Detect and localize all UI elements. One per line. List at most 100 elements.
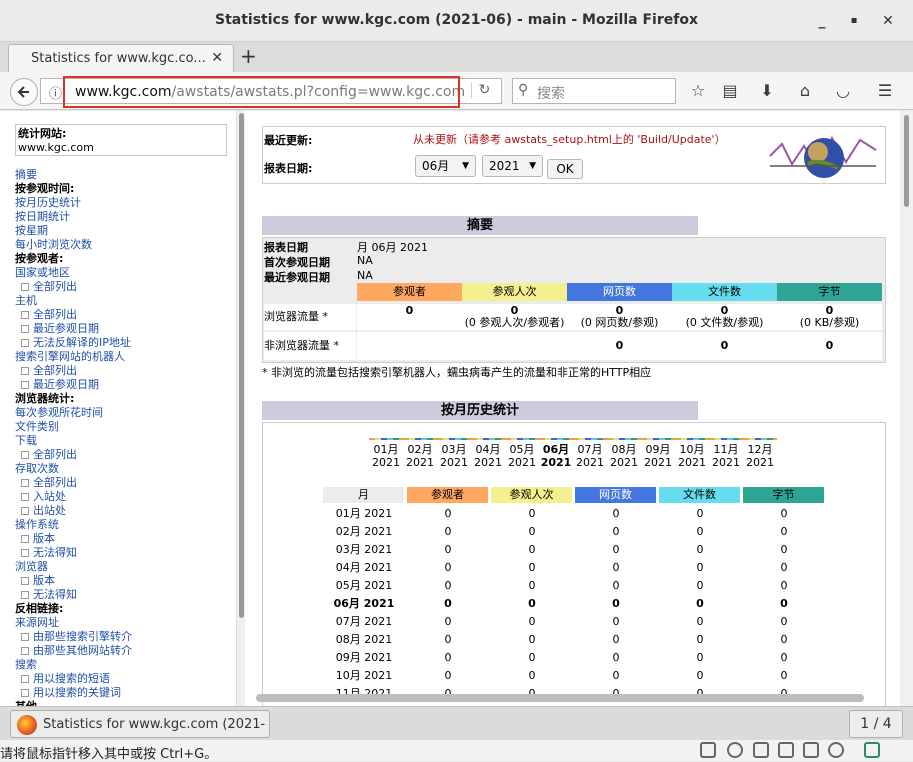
menu-icon[interactable]: ☰ bbox=[873, 80, 897, 102]
sidebar-link[interactable]: 用以搜索的关键词 bbox=[15, 686, 132, 700]
shared-folder-icon[interactable] bbox=[828, 742, 844, 758]
horizontal-scrollbar[interactable] bbox=[256, 694, 864, 702]
sidebar-link[interactable]: 全部列出 bbox=[15, 308, 132, 322]
sidebar-link[interactable]: 下载 bbox=[15, 434, 132, 448]
hdd-icon[interactable] bbox=[700, 742, 716, 758]
summary-column-header: 字节 bbox=[777, 283, 882, 301]
month-bar: 02月 2021 bbox=[403, 438, 437, 469]
month-bar: 10月 2021 bbox=[675, 438, 709, 469]
close-window-button[interactable]: ✕ bbox=[876, 10, 900, 32]
download-icon[interactable]: ⬇ bbox=[755, 80, 779, 102]
month-bar-month: 08月 bbox=[611, 443, 637, 456]
maximize-button[interactable]: ▪ bbox=[842, 10, 866, 32]
sidebar-link[interactable]: 无法得知 bbox=[15, 588, 132, 602]
year-select[interactable]: 2021 ▼ bbox=[482, 155, 543, 177]
sidebar-link[interactable]: 国家或地区 bbox=[15, 266, 132, 280]
sidebar-link-label: 由那些其他网站转介 bbox=[33, 644, 132, 657]
network-icon[interactable] bbox=[753, 742, 769, 758]
minimize-button[interactable]: _ bbox=[810, 10, 834, 32]
month-cell: 08月 2021 bbox=[335, 633, 393, 646]
sidebar-link[interactable]: 无法反解译的IP地址 bbox=[15, 336, 132, 350]
sidebar-link[interactable]: 文件类别 bbox=[15, 420, 132, 434]
site-label: 统计网站: bbox=[18, 127, 67, 140]
sidebar-link[interactable]: 摘要 bbox=[15, 168, 132, 182]
bookmark-star-icon[interactable]: ☆ bbox=[686, 80, 710, 102]
not-viewed-traffic-label: 非浏览器流量 * bbox=[264, 332, 356, 360]
pocket-icon[interactable]: ◡ bbox=[831, 80, 855, 102]
sidebar-link[interactable]: 入站处 bbox=[15, 490, 132, 504]
value-cell: 0 bbox=[528, 597, 536, 610]
sidebar-link[interactable]: 版本 bbox=[15, 532, 132, 546]
sidebar-link[interactable]: 来源网址 bbox=[15, 616, 132, 630]
audio-icon[interactable] bbox=[803, 742, 819, 758]
back-button[interactable] bbox=[10, 78, 38, 106]
sidebar-link-label: 国家或地区 bbox=[15, 266, 70, 279]
summary-column-header: 参观者 bbox=[357, 283, 462, 301]
value-cell: 0 bbox=[444, 651, 452, 664]
sidebar-link[interactable]: 最近参观日期 bbox=[15, 322, 132, 336]
tab-close-icon[interactable]: ✕ bbox=[211, 50, 223, 66]
monthly-heading: 按月历史统计 bbox=[262, 401, 698, 420]
monthly-history-box: 01月 2021 02月 2021 03月 2021 04月 2021 05月 2021 06月 20… bbox=[262, 422, 886, 706]
status-text: 请将鼠标指针移入其中或按 Ctrl+G。 bbox=[0, 747, 218, 762]
main-scroll-thumb[interactable] bbox=[904, 115, 909, 207]
sidebar-link[interactable]: 出站处 bbox=[15, 504, 132, 518]
sidebar-link[interactable]: 全部列出 bbox=[15, 280, 132, 294]
sidebar-link[interactable]: 由那些其他网站转介 bbox=[15, 644, 132, 658]
table-row: 01月 2021 0 0 0 0 0 bbox=[323, 505, 825, 523]
info-icon[interactable]: ⓘ bbox=[49, 83, 62, 102]
sidebar-scroll-thumb[interactable] bbox=[239, 113, 244, 618]
value-cell: 0 bbox=[780, 597, 788, 610]
month-select[interactable]: 06月 ▼ bbox=[415, 155, 476, 177]
sidebar-link[interactable]: 由那些搜索引擎转介 bbox=[15, 630, 132, 644]
main-scrollbar[interactable] bbox=[900, 111, 913, 706]
search-box[interactable]: ⚲ 搜索 bbox=[512, 78, 676, 104]
sidebar-link[interactable]: 按月历史统计 bbox=[15, 196, 132, 210]
window-titlebar: Statistics for www.kgc.com (2021-06) - m… bbox=[0, 0, 913, 42]
sidebar-link[interactable]: 版本 bbox=[15, 574, 132, 588]
taskbar-firefox-item[interactable]: Statistics for www.kgc.com (2021-… bbox=[10, 710, 270, 738]
sidebar-link[interactable]: 按日期统计 bbox=[15, 210, 132, 224]
usb-icon[interactable] bbox=[778, 742, 794, 758]
sidebar-link[interactable]: 浏览器 bbox=[15, 560, 132, 574]
sidebar-link[interactable]: 用以搜索的短语 bbox=[15, 672, 132, 686]
sidebar-link[interactable]: 存取次数 bbox=[15, 462, 132, 476]
traffic-ratio: (0 网页数/参观) bbox=[580, 316, 659, 329]
table-row: 07月 2021 0 0 0 0 0 bbox=[323, 613, 825, 631]
sidebar-link[interactable]: 搜索 bbox=[15, 658, 132, 672]
workspace-pager[interactable]: 1 / 4 bbox=[849, 710, 903, 738]
table-row: 05月 2021 0 0 0 0 0 bbox=[323, 577, 825, 595]
summary-column-header: 参观人次 bbox=[462, 283, 567, 301]
sidebar-link-label: 全部列出 bbox=[33, 308, 77, 321]
new-tab-button[interactable]: + bbox=[240, 46, 257, 66]
ok-button[interactable]: OK bbox=[547, 159, 583, 179]
capture-icon[interactable] bbox=[864, 742, 880, 758]
value-cell: 0 bbox=[780, 507, 788, 520]
sidebar-link[interactable]: 最近参观日期 bbox=[15, 378, 132, 392]
month-bar-graphic bbox=[709, 438, 743, 440]
value-cell: 0 bbox=[780, 543, 788, 556]
tab-statistics[interactable]: Statistics for www.kgc.co... ✕ bbox=[8, 44, 234, 72]
sidebar-link[interactable]: 每次参观所花时间 bbox=[15, 406, 132, 420]
sidebar-link-label: 每次参观所花时间 bbox=[15, 406, 103, 419]
sidebar-link-label: 按星期 bbox=[15, 224, 48, 237]
sidebar-scrollbar[interactable] bbox=[236, 111, 245, 706]
sidebar-link-label: 版本 bbox=[33, 574, 55, 587]
sidebar-link[interactable]: 全部列出 bbox=[15, 476, 132, 490]
sidebar-link[interactable]: 操作系统 bbox=[15, 518, 132, 532]
reload-icon[interactable]: ↻ bbox=[471, 82, 497, 98]
sidebar-link[interactable]: 搜索引擎网站的机器人 bbox=[15, 350, 132, 364]
sidebar-link[interactable]: 全部列出 bbox=[15, 448, 132, 462]
sidebar-link[interactable]: 每小时浏览次数 bbox=[15, 238, 132, 252]
home-icon[interactable]: ⌂ bbox=[793, 80, 817, 102]
value-cell: 0 bbox=[528, 615, 536, 628]
submenu-icon bbox=[21, 647, 29, 655]
optical-drive-icon[interactable] bbox=[727, 742, 743, 758]
sidebar-link[interactable]: 主机 bbox=[15, 294, 132, 308]
sidebar-link[interactable]: 无法得知 bbox=[15, 546, 132, 560]
reading-list-icon[interactable]: ▤ bbox=[718, 80, 742, 102]
sidebar-link-label: 全部列出 bbox=[33, 364, 77, 377]
sidebar-link[interactable]: 按星期 bbox=[15, 224, 132, 238]
sidebar-links: 摘要 按参观时间: 按月历史统计 按日期统计 按星期 每小时浏览次数 按参观者: 国家或地区全… bbox=[15, 168, 132, 706]
sidebar-link[interactable]: 全部列出 bbox=[15, 364, 132, 378]
